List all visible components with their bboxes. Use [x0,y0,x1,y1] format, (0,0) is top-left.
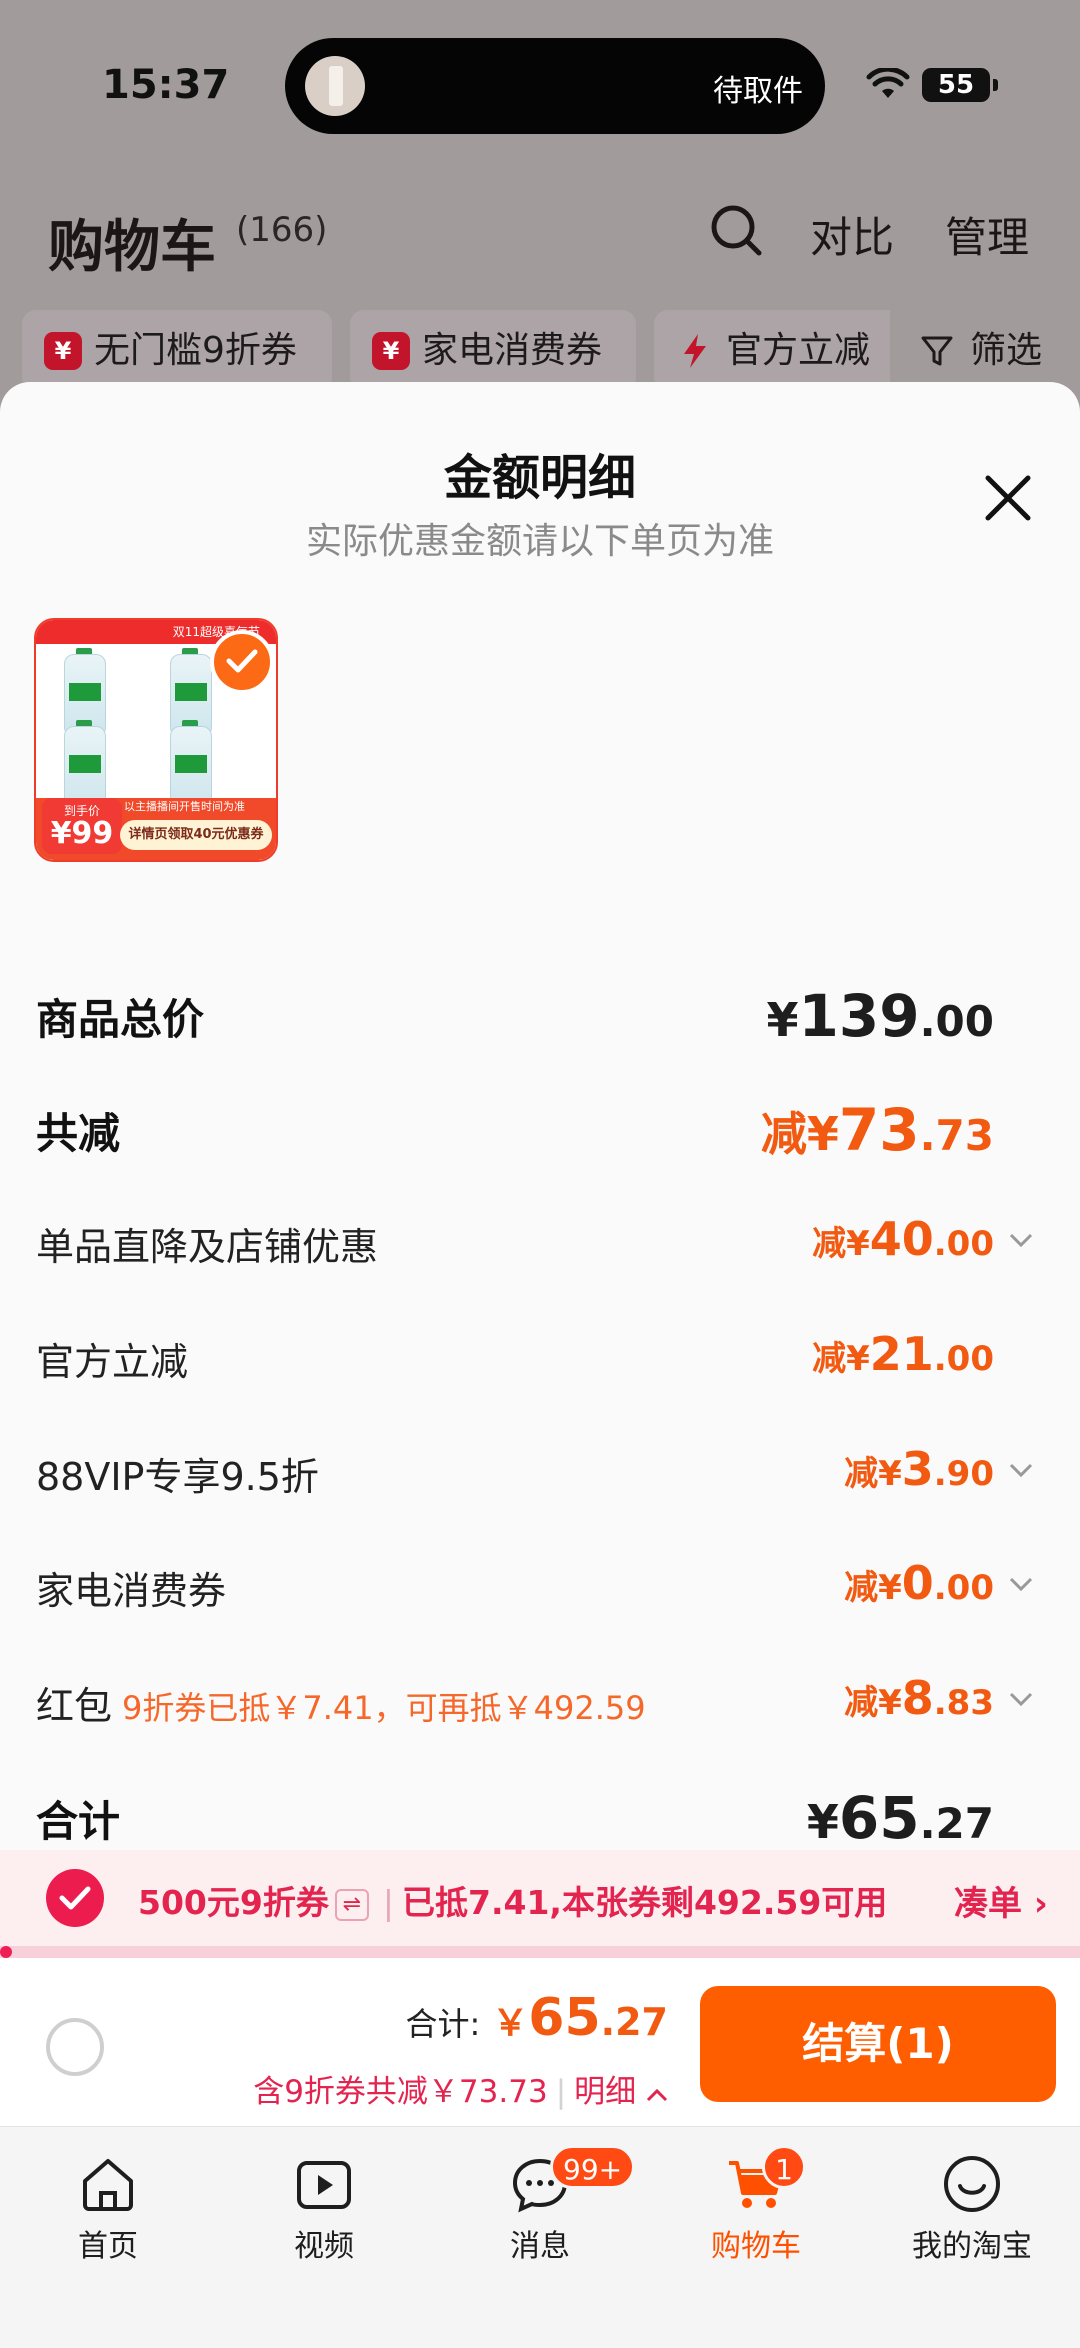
row-label: 单品直降及店铺优惠 [36,1225,379,1269]
row-store-discount[interactable]: 单品直降及店铺优惠 减¥40.00 [0,1202,1080,1282]
profile-icon [944,2156,1000,2212]
filter-icon [921,336,953,366]
checkout-total: 合计: ￥65.27 [405,1988,668,2048]
sheet-title: 金额明细 [443,450,636,506]
sheet-subtitle: 实际优惠金额请以下单页为准 [305,521,774,562]
chip-official-discount[interactable]: 官方立减 [654,310,914,392]
status-bar: 15:37 待取件 55 [0,0,1080,170]
row-label: 官方立减 [36,1340,189,1384]
close-icon[interactable] [978,468,1038,528]
product-coupon-tag: 详情页领取40元优惠券 [120,820,272,850]
row-value: 减¥21.00 [812,1327,994,1381]
chevron-up-icon [646,2088,668,2102]
bottom-tab-bar: 首页 视频 消息 99+ 购物车 1 我的淘宝 [0,2126,1080,2348]
cart-header: 购物车 (166) 对比 管理 [0,180,1080,290]
red-packet-note: 9折券已抵￥7.41，可再抵￥492.59 [122,1689,646,1727]
select-all-checkbox[interactable] [46,2018,104,2076]
price-badge: 到手价 ¥99 [42,798,122,854]
row-goods-total: 商品总价 ¥139.00 [0,972,1080,1052]
chevron-down-icon[interactable] [1008,1691,1034,1707]
row-label: 合计 [36,1797,121,1846]
total-label: 合计: [405,2005,481,2043]
cart-badge: 1 [762,2145,806,2189]
lightning-icon [684,334,706,368]
chevron-down-icon[interactable] [1008,1576,1034,1592]
coupon-progress-fill [0,1946,12,1958]
chip-coupon-90[interactable]: ¥ 无门槛9折券 [22,310,332,392]
row-total-discount: 共减 减¥73.73 [0,1086,1080,1166]
wifi-icon [866,68,910,98]
filter-label: 筛选 [970,330,1043,371]
row-value: ¥65.27 [806,1784,994,1852]
tab-video[interactable]: 视频 [216,2139,432,2279]
coupon-progress [0,1946,1080,1958]
battery-icon: 55 [922,68,998,102]
selected-check-icon [210,630,274,694]
coupon-detail: 已抵7.41,本张券剩492.59可用 [401,1883,888,1922]
row-label: 家电消费券 [36,1569,227,1613]
row-subtotal: 合计 ¥65.27 [0,1774,1080,1854]
chip-label: 官方立减 [726,330,871,371]
tab-home[interactable]: 首页 [0,2139,216,2279]
swap-icon[interactable]: ⇌ [334,1888,369,1921]
dynamic-island[interactable]: 待取件 [285,38,825,134]
chip-label: 家电消费券 [422,330,603,371]
yen-coupon-icon: ¥ [372,332,410,370]
chevron-down-icon[interactable] [1008,1462,1034,1478]
row-value: 减¥3.90 [844,1442,994,1496]
tab-cart[interactable]: 购物车 1 [648,2139,864,2279]
row-value: 减¥73.73 [760,1096,994,1164]
product-thumbnail[interactable]: 双11超级喜气节 以主播播间开售时间为准 到手价 ¥99 详情页领取40元优惠券 [34,618,278,862]
coupon-check-icon[interactable] [46,1869,104,1927]
coupon-text: 500元9折券 ⇌ | 已抵7.41,本张券剩492.59可用 [138,1883,888,1922]
add-on-link[interactable]: 凑单 › [954,1876,1048,1925]
chip-label: 无门槛9折券 [94,330,297,371]
row-appliance-coupon[interactable]: 家电消费券 减¥0.00 [0,1546,1080,1626]
checkout-button[interactable]: 结算(1) [700,1986,1056,2102]
detail-link[interactable]: 明细 [574,2074,668,2110]
cart-count: (166) [236,210,328,250]
row-value: 减¥40.00 [812,1212,994,1266]
compare-button[interactable]: 对比 [810,204,894,265]
manage-button[interactable]: 管理 [945,204,1029,265]
filter-button[interactable]: 筛选 [890,310,1080,392]
row-label: 红包 9折券已抵￥7.41，可再抵￥492.59 [36,1684,646,1728]
island-text: 待取件 [713,74,803,109]
savings-row: 含9折券共减￥73.73 | 明细 [253,2066,668,2111]
tab-messages[interactable]: 消息 99+ [432,2139,648,2279]
messages-badge: 99+ [550,2145,636,2189]
row-value: 减¥0.00 [844,1556,994,1610]
page-title: 购物车 [48,215,216,280]
yen-coupon-icon: ¥ [44,332,82,370]
search-icon[interactable] [708,202,764,258]
chevron-down-icon[interactable] [1008,1232,1034,1248]
coupon-title: 500元9折券 [138,1883,329,1922]
checkout-bar: 合计: ￥65.27 含9折券共减￥73.73 | 明细 结算(1) [0,1958,1080,2126]
coupon-bar[interactable]: 500元9折券 ⇌ | 已抵7.41,本张券剩492.59可用 凑单 › [0,1850,1080,1946]
row-label: 共减 [36,1109,121,1158]
row-official-discount: 官方立减 减¥21.00 [0,1317,1080,1397]
row-label: 商品总价 [36,995,205,1044]
parcel-thumbnail [305,56,365,116]
status-time: 15:37 [102,62,230,108]
product-strip-text: 以主播播间开售时间为准 [124,800,245,813]
row-88vip[interactable]: 88VIP专享9.5折 减¥3.90 [0,1432,1080,1512]
row-value: 减¥8.83 [844,1671,994,1725]
row-red-packet[interactable]: 红包 9折券已抵￥7.41，可再抵￥492.59 减¥8.83 [0,1661,1080,1741]
row-label: 88VIP专享9.5折 [36,1455,319,1499]
video-icon [297,2161,351,2209]
savings-text: 含9折券共减￥73.73 [253,2074,548,2110]
home-icon [83,2159,133,2211]
tab-profile[interactable]: 我的淘宝 [864,2139,1080,2279]
chip-appliance-coupon[interactable]: ¥ 家电消费券 [350,310,636,392]
row-value: ¥139.00 [766,982,995,1050]
